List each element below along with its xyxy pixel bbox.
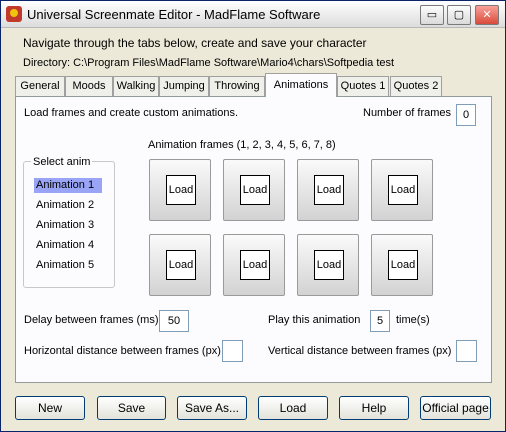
play-label: Play this animation: [268, 314, 361, 326]
save-as-button[interactable]: Save As...: [177, 396, 247, 420]
frame-7-label: Load: [314, 250, 344, 280]
number-of-frames-field[interactable]: 0: [456, 104, 476, 126]
tab-quotes-1[interactable]: Quotes 1: [337, 76, 389, 96]
frame-7-button[interactable]: Load: [297, 234, 359, 296]
vertical-distance-field[interactable]: [456, 340, 477, 362]
anim-list-item-1[interactable]: Animation 1: [34, 178, 102, 193]
select-anim-label: Select anim: [31, 156, 93, 168]
times-label: time(s): [396, 314, 430, 326]
animations-description: Load frames and create custom animations…: [24, 107, 239, 119]
frame-3-button[interactable]: Load: [297, 159, 359, 221]
minimize-icon: ▭: [426, 9, 438, 21]
frame-1-label: Load: [166, 175, 196, 205]
horizontal-distance-field[interactable]: [222, 340, 243, 362]
frame-6-button[interactable]: Load: [223, 234, 285, 296]
frame-2-button[interactable]: Load: [223, 159, 285, 221]
frame-6-label: Load: [240, 250, 270, 280]
new-button[interactable]: New: [15, 396, 85, 420]
frame-1-button[interactable]: Load: [149, 159, 211, 221]
tab-general[interactable]: General: [15, 76, 65, 96]
frame-8-label: Load: [388, 250, 418, 280]
anim-list-item-2[interactable]: Animation 2: [34, 198, 102, 213]
tab-animations[interactable]: Animations: [265, 73, 337, 97]
official-page-button[interactable]: Official page: [420, 396, 491, 420]
tab-jumping[interactable]: Jumping: [159, 76, 209, 96]
tab-moods[interactable]: Moods: [65, 76, 113, 96]
frame-4-label: Load: [388, 175, 418, 205]
frame-5-label: Load: [166, 250, 196, 280]
vertical-distance-label: Vertical distance between frames (px): [268, 345, 452, 357]
frame-4-button[interactable]: Load: [371, 159, 433, 221]
frames-heading: Animation frames (1, 2, 3, 4, 5, 6, 7, 8…: [148, 139, 336, 151]
frame-2-label: Load: [240, 175, 270, 205]
tab-quotes-2[interactable]: Quotes 2: [390, 76, 442, 96]
play-count-field[interactable]: 5: [370, 310, 390, 332]
number-of-frames-label: Number of frames: [363, 107, 452, 119]
tab-throwing[interactable]: Throwing: [209, 76, 265, 96]
horizontal-distance-label: Horizontal distance between frames (px): [24, 345, 221, 357]
frame-8-button[interactable]: Load: [371, 234, 433, 296]
window-title: Universal Screenmate Editor - MadFlame S…: [27, 7, 321, 22]
maximize-button[interactable]: ▢: [447, 5, 471, 25]
title-bar: Universal Screenmate Editor - MadFlame S…: [1, 1, 505, 28]
app-window: Universal Screenmate Editor - MadFlame S…: [0, 0, 506, 432]
delay-field[interactable]: 50: [159, 310, 189, 332]
anim-list-item-5[interactable]: Animation 5: [34, 258, 102, 273]
help-button[interactable]: Help: [339, 396, 409, 420]
delay-label: Delay between frames (ms): [24, 314, 159, 326]
tab-walking[interactable]: Walking: [113, 76, 159, 96]
load-button[interactable]: Load: [258, 396, 328, 420]
anim-list-item-3[interactable]: Animation 3: [34, 218, 102, 233]
anim-list-item-4[interactable]: Animation 4: [34, 238, 102, 253]
frame-5-button[interactable]: Load: [149, 234, 211, 296]
maximize-icon: ▢: [453, 9, 465, 21]
frame-3-label: Load: [314, 175, 344, 205]
app-icon: [6, 6, 22, 22]
close-icon: ✕: [482, 9, 492, 21]
directory-text: Directory: C:\Program Files\MadFlame Sof…: [23, 57, 395, 69]
close-button[interactable]: ✕: [475, 5, 499, 25]
minimize-button[interactable]: ▭: [420, 5, 444, 25]
save-button[interactable]: Save: [97, 396, 166, 420]
instruction-text: Navigate through the tabs below, create …: [23, 36, 367, 50]
